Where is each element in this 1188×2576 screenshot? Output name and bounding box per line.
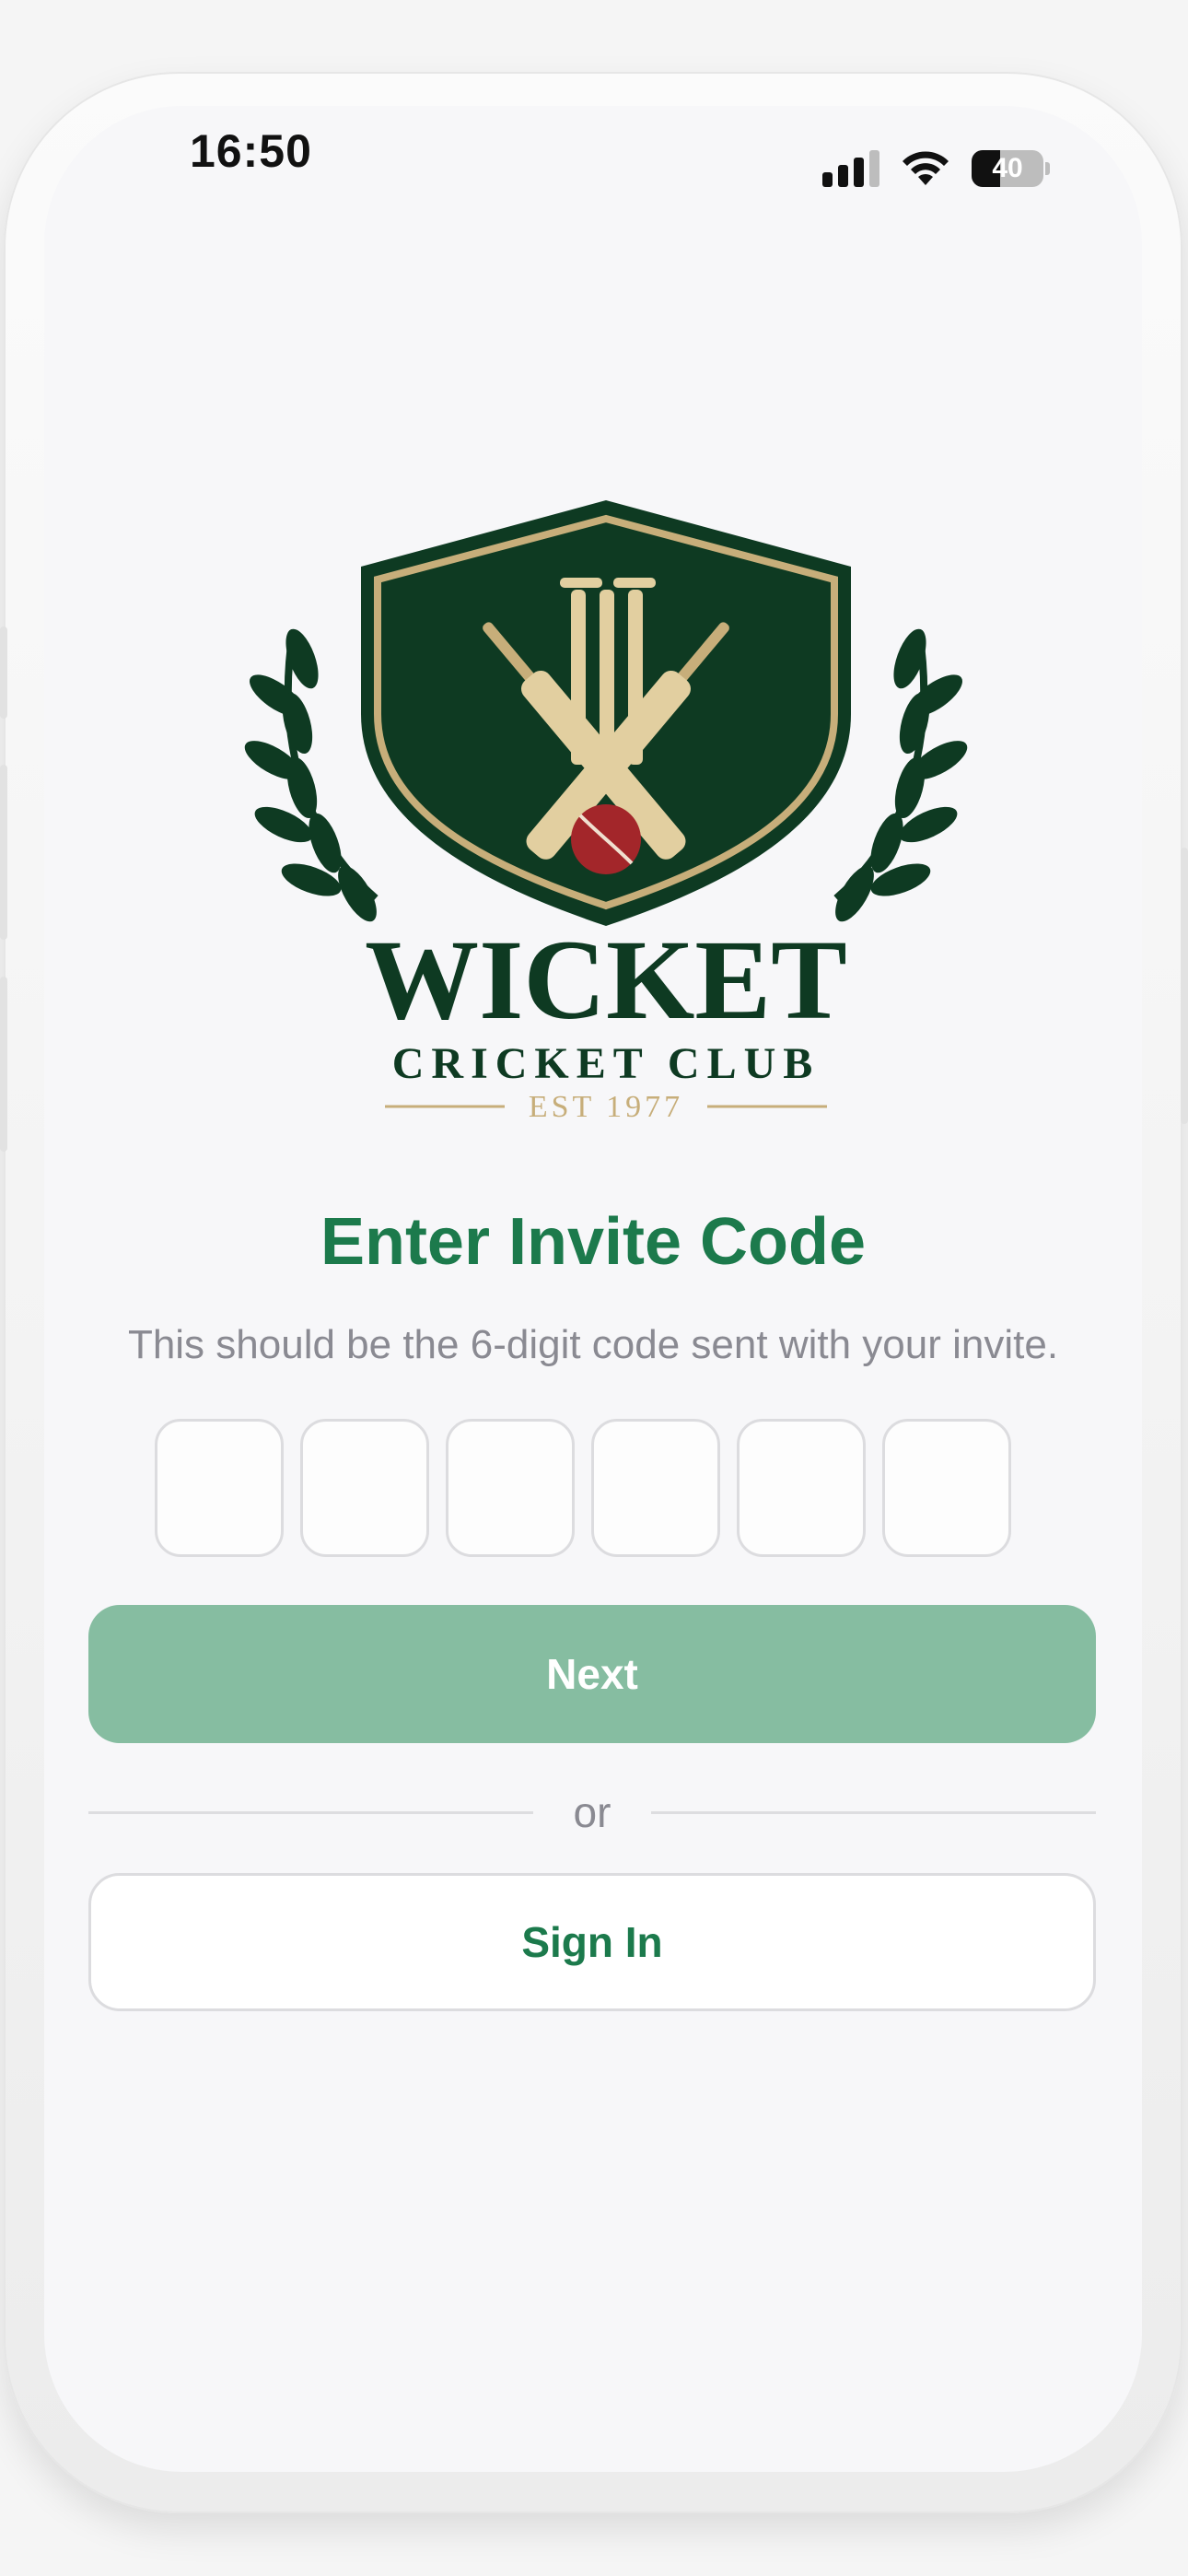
club-logo: WICKET CRICKET CLUB EST 1977 — [173, 382, 1039, 1124]
code-digit-field[interactable] — [882, 1419, 1011, 1557]
divider-line — [651, 1810, 1096, 1814]
logo-subtitle: CRICKET CLUB — [392, 1039, 821, 1088]
code-digit-field[interactable] — [300, 1419, 429, 1557]
code-digit-field[interactable] — [737, 1419, 866, 1557]
side-button — [0, 626, 7, 719]
or-divider: or — [88, 1785, 1096, 1840]
cricket-ball-icon — [571, 804, 641, 874]
cellular-signal-icon — [822, 150, 879, 187]
side-button — [0, 765, 7, 940]
divider-line — [88, 1810, 533, 1814]
sign-in-button[interactable]: Sign In — [88, 1873, 1096, 2011]
divider-label: or — [573, 1788, 611, 1836]
status-icons: 40 — [822, 150, 1050, 187]
status-time: 16:50 — [190, 125, 312, 177]
next-button[interactable]: Next — [88, 1605, 1096, 1743]
wifi-icon — [903, 151, 949, 185]
battery-icon: 40 — [972, 150, 1043, 187]
battery-cap — [1045, 162, 1050, 175]
code-digit-field[interactable] — [446, 1419, 575, 1557]
battery-percentage: 40 — [992, 153, 1023, 183]
club-crest: WICKET CRICKET CLUB EST 1977 — [244, 500, 968, 1124]
code-digit-field[interactable] — [155, 1419, 284, 1557]
logo-established: EST 1977 — [529, 1090, 683, 1119]
code-digit-field[interactable] — [591, 1419, 720, 1557]
page: 16:50 40 WICKET CRICKET CLUB EST 1977 En… — [0, 0, 1188, 2576]
side-button — [1181, 848, 1188, 1124]
page-title: Enter Invite Code — [320, 1205, 867, 1279]
logo-wordmark: WICKET — [365, 917, 847, 1043]
app-screen: 16:50 40 WICKET CRICKET CLUB EST 1977 En… — [44, 106, 1142, 2472]
invite-code-input — [155, 1419, 1011, 1557]
page-subtitle: This should be the 6-digit code sent wit… — [127, 1322, 1059, 1367]
side-button — [0, 977, 7, 1152]
